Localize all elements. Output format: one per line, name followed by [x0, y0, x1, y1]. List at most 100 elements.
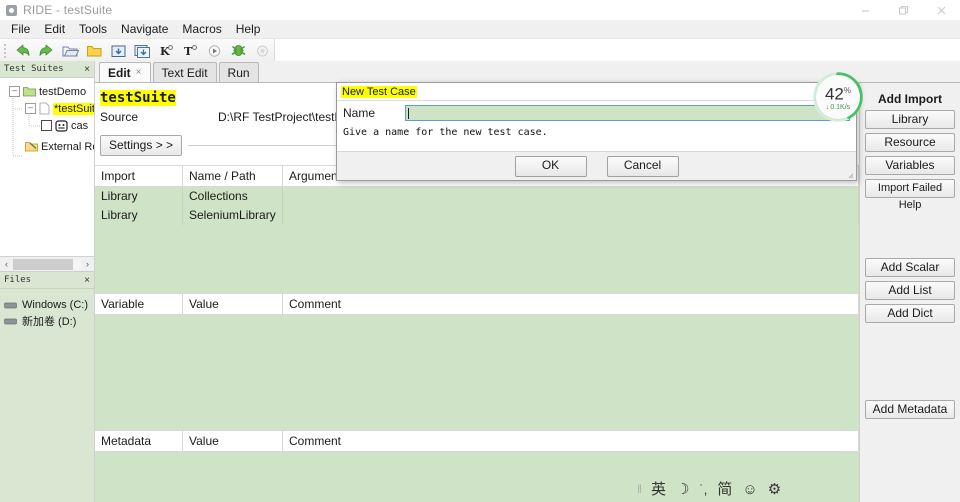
run-icon[interactable] — [202, 40, 226, 61]
toolbar-grip[interactable] — [2, 42, 8, 60]
settings-icon[interactable]: ⚙ — [768, 482, 781, 497]
import-failed-help-button[interactable]: Import Failed Help — [865, 179, 955, 211]
tree-item-external-resources[interactable]: External Re — [0, 138, 94, 155]
testcase-checkbox[interactable] — [41, 120, 52, 131]
restore-icon[interactable] — [884, 0, 922, 20]
drive-icon — [4, 302, 17, 308]
add-list-button[interactable]: Add List — [865, 281, 955, 300]
menu-tools[interactable]: Tools — [72, 20, 114, 38]
tab-run[interactable]: Run — [218, 62, 259, 82]
cancel-button[interactable]: Cancel — [606, 155, 679, 177]
resize-grip-icon[interactable] — [846, 171, 854, 179]
title-bar: RIDE - testSuite — [0, 0, 960, 20]
tree-item-testcase[interactable]: cas — [0, 117, 94, 134]
dialog-title: New Test Case — [341, 85, 417, 98]
dialog-hint: Give a name for the new test case. — [343, 127, 548, 138]
scroll-left-icon[interactable]: ‹ — [0, 258, 13, 271]
test-suites-close-icon[interactable]: × — [84, 64, 90, 75]
window-controls — [846, 0, 960, 20]
add-resource-button[interactable]: Resource — [865, 133, 955, 152]
test-suites-tree[interactable]: – testDemo – *testSuite — [0, 78, 94, 256]
name-input[interactable] — [405, 105, 850, 121]
column-header-name-path: Name / Path — [183, 166, 283, 186]
add-dict-button[interactable]: Add Dict — [865, 304, 955, 323]
ime-drag-handle[interactable]: ‖ — [637, 482, 642, 496]
files-close-icon[interactable]: × — [84, 275, 90, 286]
tree-horizontal-scrollbar[interactable]: ‹ › — [0, 256, 94, 271]
cell-name-path[interactable]: SeleniumLibrary — [183, 206, 283, 225]
application-window: RIDE - testSuite File Edit Tools Navigat… — [0, 0, 960, 502]
table-row[interactable]: Library Collections — [95, 187, 859, 206]
new-test-case-dialog: New Test Case Name Give a name for the n… — [336, 82, 857, 181]
new-folder-icon[interactable] — [82, 40, 106, 61]
add-scalar-button[interactable]: Add Scalar — [865, 258, 955, 277]
test-suites-title: Test Suites — [4, 64, 64, 74]
scrollbar-track[interactable] — [13, 258, 81, 270]
ime-toolbar[interactable]: ‖ 英 ☽ ˙, 简 ☺ ⚙ — [629, 478, 789, 500]
tree-item-testsuite[interactable]: – *testSuite — [0, 100, 94, 117]
back-arrow-icon[interactable] — [10, 40, 34, 61]
scroll-right-icon[interactable]: › — [81, 258, 94, 271]
speed-widget-inner: 42% ↓ 0.1K/s — [816, 75, 860, 119]
download-percent: 42% — [824, 84, 852, 104]
dialog-body: Name Give a name for the new test case. — [337, 101, 856, 151]
tree-item-testdemo[interactable]: – testDemo — [0, 83, 94, 100]
minimize-icon[interactable] — [846, 0, 884, 20]
import-grid: Import Name / Path Arguments Library Col… — [95, 165, 859, 293]
test-suites-panel-header: Test Suites × — [0, 61, 94, 78]
expander-icon[interactable]: – — [9, 86, 20, 97]
close-icon[interactable] — [922, 0, 960, 20]
forward-arrow-icon[interactable] — [34, 40, 58, 61]
menu-file[interactable]: File — [4, 20, 37, 38]
menu-edit[interactable]: Edit — [37, 20, 72, 38]
drive-item[interactable]: Windows (C:) — [4, 297, 90, 313]
tab-edit[interactable]: Edit × — [99, 62, 151, 82]
simplified-chinese-icon[interactable]: 简 — [717, 482, 732, 497]
files-title: Files — [4, 275, 32, 285]
emoji-icon[interactable]: ☺ — [742, 482, 757, 497]
moon-icon[interactable]: ☽ — [676, 482, 689, 497]
language-mode-icon[interactable]: 英 — [651, 482, 666, 497]
cell-name-path[interactable]: Collections — [183, 187, 283, 206]
testcase-icon — [55, 119, 68, 132]
cell-arguments[interactable] — [283, 206, 859, 225]
test-search-icon[interactable]: T — [178, 40, 202, 61]
tab-close-icon[interactable]: × — [136, 67, 142, 78]
download-speed-widget[interactable]: 42% ↓ 0.1K/s — [812, 71, 864, 123]
suite-name-title: testSuite — [100, 90, 176, 106]
scrollbar-thumb[interactable] — [13, 258, 73, 270]
menu-help[interactable]: Help — [229, 20, 268, 38]
add-metadata-button[interactable]: Add Metadata — [865, 400, 955, 419]
name-label: Name — [343, 106, 376, 120]
open-folder-icon[interactable] — [58, 40, 82, 61]
save-icon[interactable] — [106, 40, 130, 61]
table-row[interactable]: Library SeleniumLibrary — [95, 206, 859, 225]
import-grid-empty-space[interactable] — [95, 225, 859, 293]
cell-import-type[interactable]: Library — [95, 187, 183, 206]
side-panel-spacer-2 — [860, 323, 960, 396]
tab-text-edit[interactable]: Text Edit — [152, 62, 217, 82]
save-all-icon[interactable] — [130, 40, 154, 61]
punctuation-icon[interactable]: ˙, — [699, 482, 707, 497]
expander-icon[interactable]: – — [25, 103, 36, 114]
drive-item[interactable]: 新加卷 (D:) — [4, 313, 90, 329]
resource-icon — [25, 142, 38, 152]
keyword-search-icon[interactable]: K — [154, 40, 178, 61]
files-panel-header: Files × — [0, 272, 94, 289]
ok-button[interactable]: OK — [514, 155, 587, 177]
debug-icon[interactable] — [226, 40, 250, 61]
cell-import-type[interactable]: Library — [95, 206, 183, 225]
settings-toggle-button[interactable]: Settings > > — [100, 135, 183, 156]
tab-label: Text Edit — [161, 65, 208, 80]
add-variables-button[interactable]: Variables — [865, 156, 955, 175]
menu-navigate[interactable]: Navigate — [114, 20, 175, 38]
cell-arguments[interactable] — [283, 187, 859, 206]
variable-grid-empty-space[interactable] — [95, 315, 859, 430]
menu-macros[interactable]: Macros — [175, 20, 228, 38]
toolbar-empty-area — [274, 39, 960, 62]
add-library-button[interactable]: Library — [865, 110, 955, 129]
stop-icon[interactable] — [250, 40, 274, 61]
window-title: RIDE - testSuite — [23, 3, 113, 17]
column-header-import: Import — [95, 166, 183, 186]
download-rate: ↓ 0.1K/s — [826, 104, 850, 111]
